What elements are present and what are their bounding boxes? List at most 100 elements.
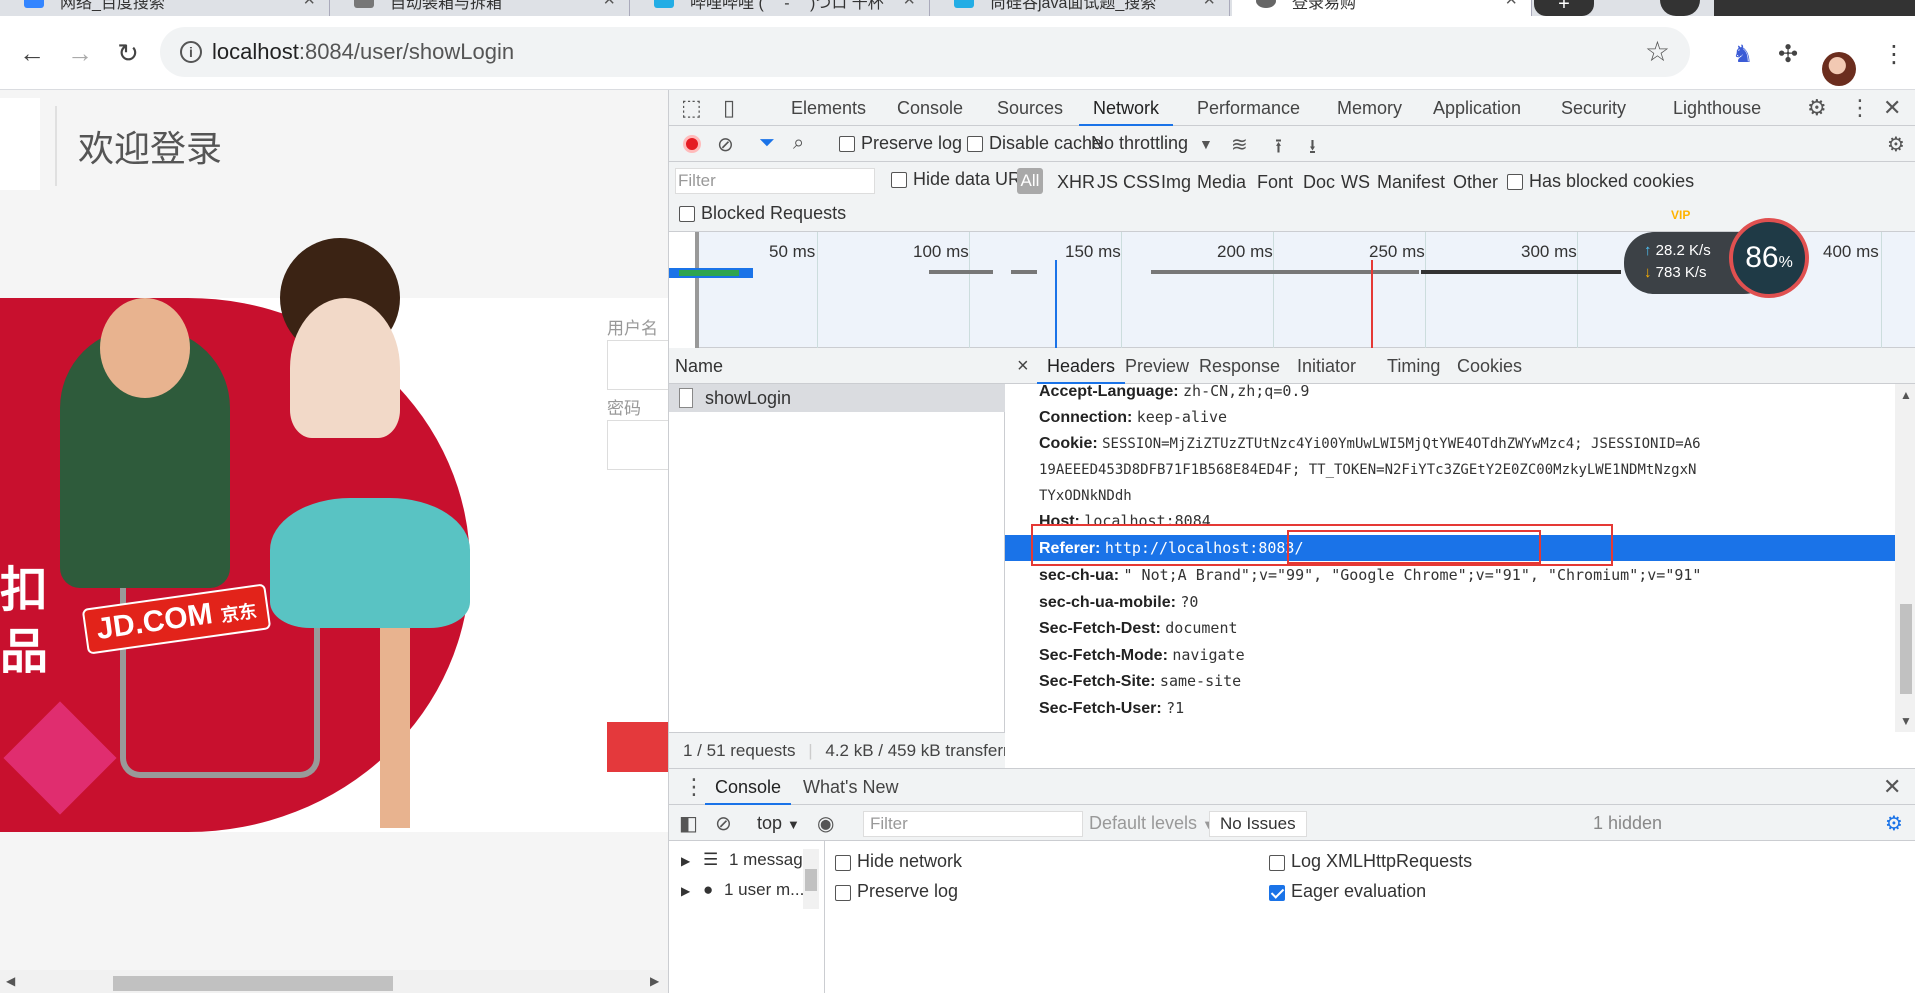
tab-performance[interactable]: Performance [1197, 90, 1300, 126]
hide-data-urls-checkbox[interactable] [891, 172, 907, 188]
preserve-log-console-checkbox[interactable] [835, 885, 851, 901]
close-icon[interactable]: × [1505, 0, 1517, 10]
inspect-icon[interactable]: ⬚ [681, 90, 702, 126]
header-row[interactable]: Sec-Fetch-Dest: document [1005, 615, 1895, 641]
close-details-icon[interactable]: × [1017, 348, 1029, 384]
close-drawer-icon[interactable]: ✕ [1883, 769, 1901, 805]
has-blocked-cookies-checkbox[interactable] [1507, 174, 1523, 190]
log-xhr-checkbox[interactable] [1269, 855, 1285, 871]
close-icon[interactable]: × [603, 0, 615, 10]
filter-icon[interactable]: ⏷ [759, 132, 775, 155]
network-settings-icon[interactable]: ⚙ [1887, 132, 1905, 157]
filter-all-button[interactable]: All [1017, 168, 1043, 194]
speed-gauge[interactable]: 86% [1729, 218, 1809, 298]
network-conditions-icon[interactable]: ≋ [1231, 132, 1248, 157]
drawer-menu-icon[interactable]: ⋮ [683, 769, 705, 805]
browser-tab[interactable]: 尚硅谷java面试题_搜索 × [930, 0, 1230, 16]
header-row[interactable]: Sec-Fetch-User: ?1 [1005, 695, 1895, 721]
tab-network[interactable]: Network [1079, 90, 1174, 126]
tab-timing[interactable]: Timing [1387, 348, 1440, 384]
console-settings-icon[interactable]: ⚙ [1885, 811, 1903, 836]
tab-headers[interactable]: Headers [1037, 348, 1126, 384]
filter-xhr[interactable]: XHR [1057, 172, 1095, 193]
filter-img[interactable]: Img [1161, 172, 1191, 193]
scroll-right-icon[interactable]: ▶ [650, 974, 659, 988]
menu-icon[interactable]: ⋮ [1882, 40, 1906, 69]
settings-gear-icon[interactable]: ⚙ [1807, 90, 1827, 126]
tab-elements[interactable]: Elements [791, 90, 866, 126]
filter-ws[interactable]: WS [1341, 172, 1370, 193]
tab-response[interactable]: Response [1199, 348, 1280, 384]
more-options-icon[interactable]: ⋮ [1849, 90, 1871, 126]
eye-icon[interactable]: ◉ [817, 811, 834, 836]
header-row[interactable]: Sec-Fetch-Mode: navigate [1005, 642, 1895, 668]
filter-font[interactable]: Font [1257, 172, 1293, 193]
name-column-header[interactable]: Name [669, 348, 1005, 384]
tab-memory[interactable]: Memory [1337, 90, 1402, 126]
filter-other[interactable]: Other [1453, 172, 1498, 193]
preserve-log-checkbox[interactable] [839, 136, 855, 152]
logo[interactable] [0, 98, 40, 190]
scrollbar-thumb[interactable] [805, 869, 817, 891]
overview-handle[interactable] [669, 232, 699, 348]
scrollbar-thumb[interactable] [1900, 604, 1912, 694]
scroll-up-icon[interactable]: ▲ [1900, 388, 1912, 402]
sidebar-toggle-icon[interactable]: ◧ [679, 811, 698, 836]
header-row[interactable]: Cookie: SESSION=MjZiZTUzZTUtNzc4Yi00YmUw… [1005, 431, 1895, 457]
url-text[interactable]: localhost:8084/user/showLogin [212, 39, 514, 65]
filter-media[interactable]: Media [1197, 172, 1246, 193]
scroll-down-icon[interactable]: ▼ [1900, 714, 1912, 728]
close-icon[interactable]: × [903, 0, 915, 10]
device-toolbar-icon[interactable]: ▯ [723, 90, 735, 126]
forward-icon[interactable]: → [62, 38, 98, 68]
drawer-tab-console[interactable]: Console [705, 769, 792, 805]
info-icon[interactable]: i [180, 41, 202, 63]
close-icon[interactable]: × [303, 0, 315, 10]
log-levels-select[interactable]: Default levels ▼ [1089, 813, 1215, 834]
issues-button[interactable]: No Issues [1209, 811, 1307, 837]
clear-icon[interactable]: ⊘ [717, 132, 734, 157]
request-row[interactable]: showLogin [669, 384, 1005, 412]
filter-manifest[interactable]: Manifest [1377, 172, 1445, 193]
browser-tab[interactable]: 自动装箱与拆箱 × [330, 0, 630, 16]
extension-icon[interactable]: ♞ [1732, 40, 1754, 69]
filter-css[interactable]: CSS [1123, 172, 1160, 193]
scrollbar-thumb[interactable] [113, 976, 393, 991]
address-bar[interactable]: i localhost:8084/user/showLogin ☆ [160, 27, 1690, 77]
eager-eval-checkbox[interactable] [1269, 885, 1285, 901]
tab-initiator[interactable]: Initiator [1297, 348, 1356, 384]
filter-doc[interactable]: Doc [1303, 172, 1335, 193]
tab-sources[interactable]: Sources [997, 90, 1063, 126]
avatar[interactable] [1822, 52, 1856, 86]
record-button[interactable] [683, 135, 701, 153]
puzzle-icon[interactable]: ✣ [1778, 40, 1798, 69]
details-scrollbar[interactable]: ▲ ▼ [1895, 384, 1915, 732]
browser-tab-active[interactable]: 登录易购 × [1232, 0, 1532, 16]
throttling-select[interactable]: No throttling [1091, 133, 1188, 154]
tab-lighthouse[interactable]: Lighthouse [1673, 90, 1761, 126]
console-filter-input[interactable]: Filter [863, 811, 1083, 837]
drawer-tab-whats-new[interactable]: What's New [803, 769, 898, 805]
sidebar-item-messages[interactable]: ▶ ☰ 1 message [669, 845, 825, 875]
tab-preview[interactable]: Preview [1125, 348, 1189, 384]
back-icon[interactable]: ← [14, 38, 50, 68]
filter-js[interactable]: JS [1097, 172, 1118, 193]
username-input[interactable] [607, 340, 668, 390]
close-icon[interactable]: × [1203, 0, 1215, 10]
sidebar-item-user-messages[interactable]: ▶ ● 1 user m... [669, 875, 825, 905]
horizontal-scrollbar[interactable]: ◀ ▶ [0, 970, 668, 993]
sidebar-scrollbar[interactable] [803, 849, 819, 909]
network-overview[interactable]: 50 ms 100 ms 150 ms 200 ms 250 ms 300 ms… [669, 208, 1915, 348]
browser-tab[interactable]: 哔哩哔哩 ( ゜- ゜)つロ 千杯 × [630, 0, 930, 16]
hide-network-checkbox[interactable] [835, 855, 851, 871]
tab-security[interactable]: Security [1561, 90, 1626, 126]
tab-cookies[interactable]: Cookies [1457, 348, 1522, 384]
search-icon[interactable]: ⌕ [793, 132, 804, 155]
new-tab-button[interactable]: + [1534, 0, 1594, 16]
browser-tab[interactable]: 网络_百度搜索 × [0, 0, 330, 16]
import-har-icon[interactable]: ⭱ [1275, 132, 1282, 166]
login-button[interactable] [607, 722, 668, 772]
export-har-icon[interactable]: ⭳ [1309, 132, 1316, 166]
header-row[interactable]: sec-ch-ua-mobile: ?0 [1005, 589, 1895, 615]
context-select[interactable]: top ▼ [757, 813, 800, 834]
